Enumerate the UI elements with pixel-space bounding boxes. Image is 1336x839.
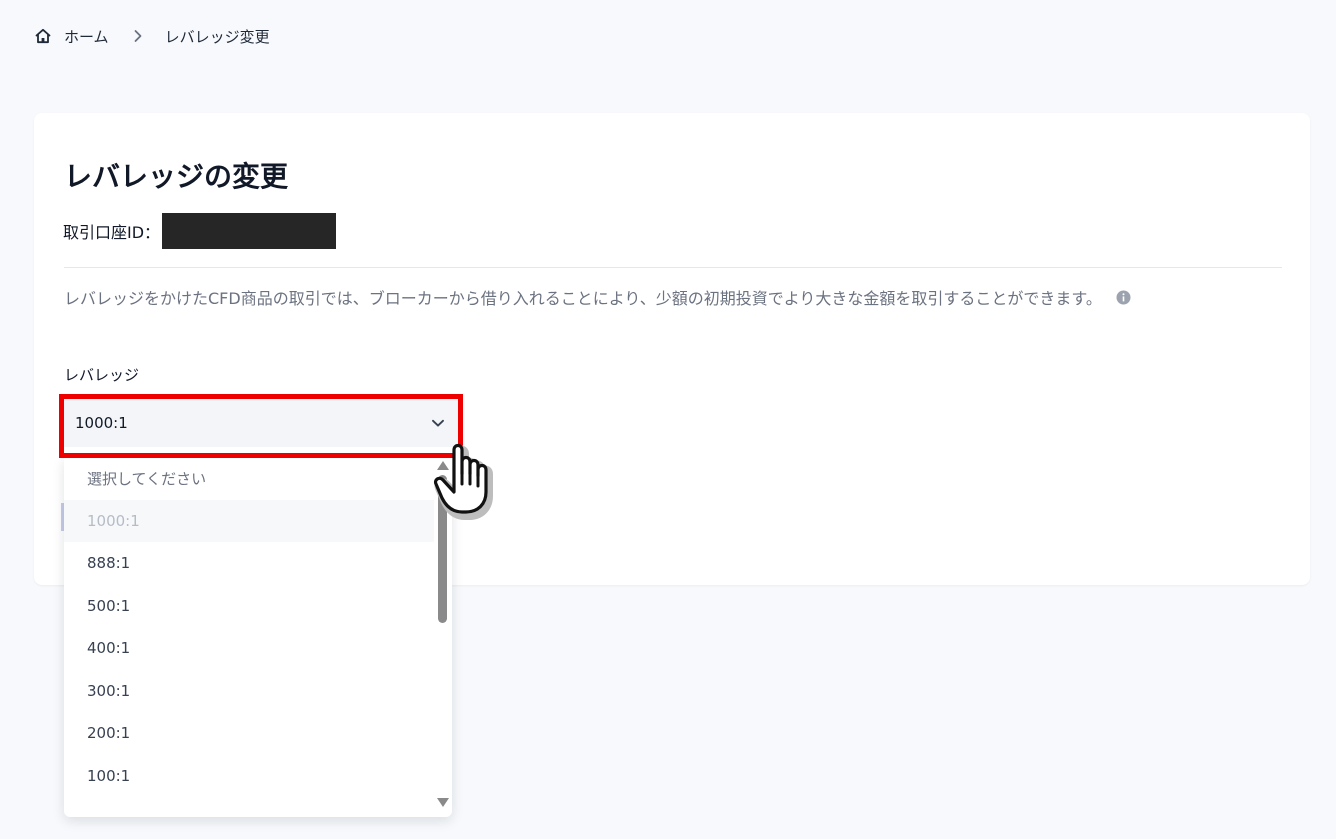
dropdown-option-1000[interactable]: 1000:1 [64, 500, 434, 542]
info-icon[interactable] [1116, 290, 1131, 305]
chevron-down-icon[interactable] [430, 415, 446, 431]
hand-pointer-icon [430, 436, 502, 520]
dropdown-option-400[interactable]: 400:1 [64, 627, 434, 669]
leverage-label: レバレッジ [64, 366, 140, 384]
breadcrumb-home-link[interactable]: ホーム [64, 26, 109, 47]
breadcrumb: ホーム レバレッジ変更 [34, 24, 270, 48]
home-icon[interactable] [34, 27, 52, 45]
dropdown-option-500[interactable]: 500:1 [64, 585, 434, 627]
account-id-label: 取引口座ID： [63, 223, 161, 242]
leverage-select-value: 1000:1 [75, 414, 128, 432]
description-text: レバレッジをかけたCFD商品の取引では、ブローカーから借り入れることにより、少額… [64, 289, 1102, 308]
leverage-description: レバレッジをかけたCFD商品の取引では、ブローカーから借り入れることにより、少額… [64, 285, 1264, 313]
page-title: レバレッジの変更 [64, 160, 289, 193]
breadcrumb-current: レバレッジ変更 [164, 27, 270, 46]
divider [64, 267, 1282, 268]
dropdown-option-100[interactable]: 100:1 [64, 755, 434, 797]
account-id-row: 取引口座ID： [63, 213, 337, 249]
leverage-select[interactable]: 1000:1 [64, 399, 458, 447]
leverage-dropdown-list: 選択してください 1000:1 888:1 500:1 400:1 300:1 … [64, 457, 452, 817]
dropdown-option-300[interactable]: 300:1 [64, 670, 434, 712]
dropdown-option-200[interactable]: 200:1 [64, 712, 434, 754]
chevron-right-icon [131, 29, 145, 43]
dropdown-option-placeholder[interactable]: 選択してください [64, 457, 434, 499]
dropdown-option-888[interactable]: 888:1 [64, 542, 434, 584]
scroll-down-arrow-icon[interactable] [437, 798, 449, 807]
dropdown-option-partial[interactable] [64, 797, 434, 817]
account-id-redacted [162, 213, 337, 249]
